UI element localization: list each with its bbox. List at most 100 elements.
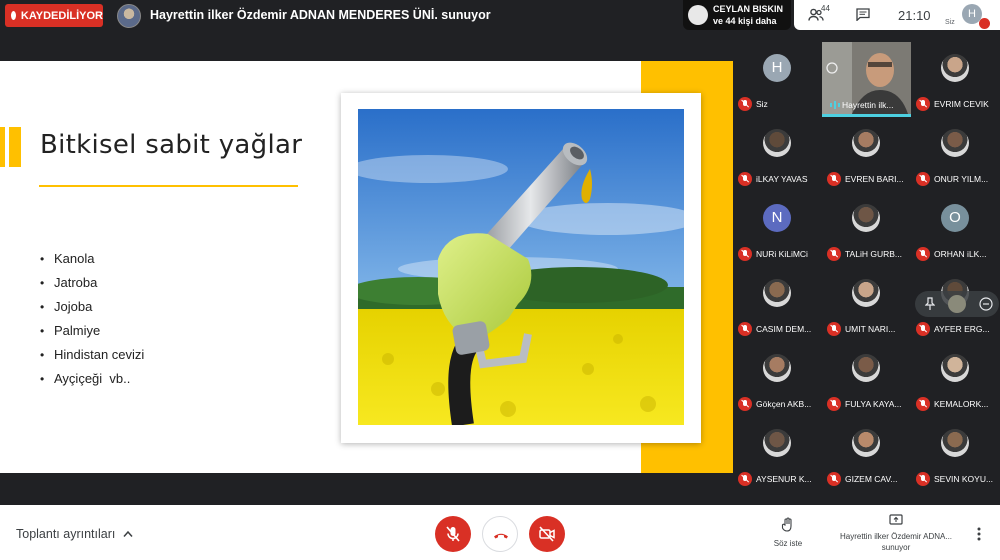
participant-name: KEMALORK...: [934, 399, 989, 409]
participant-name: Siz: [756, 99, 768, 109]
bottom-bar: Toplantı ayrıntıları Söz iste Hayrettin …: [0, 505, 1000, 560]
presenting-status-button[interactable]: Hayrettin ilker Özdemir ADNA... sunuyor: [833, 513, 959, 553]
notification-avatar: [688, 5, 708, 25]
participant-avatar: [852, 429, 880, 457]
bullet-item: • Palmiye: [40, 322, 144, 346]
participant-tile[interactable]: N NURi KiLiMCi: [733, 192, 822, 267]
camera-off-icon: [539, 526, 555, 542]
participant-avatar: [948, 295, 966, 313]
mic-off-icon: [738, 172, 752, 186]
bullet-dot: •: [40, 276, 45, 290]
participant-tile[interactable]: FULYA KAYA...: [822, 342, 911, 417]
participant-tile[interactable]: ONUR YILM...: [911, 117, 1000, 192]
participant-name: FULYA KAYA...: [845, 399, 902, 409]
notification-name: CEYLAN BISKIN: [713, 4, 784, 14]
meet-window: KAYDEDİLİYOR Hayrettin ilker Özdemir ADN…: [0, 0, 1000, 560]
mic-off-icon: [916, 397, 930, 411]
participant-grid: H Siz Hayrettin ilk... EVRIM CEVIK iLKAY YAV…: [733, 42, 1000, 493]
fuel-nozzle-rapeseed-photo: [358, 109, 684, 425]
bullet-item: • Kanola: [40, 250, 144, 274]
bullet-dot: •: [40, 252, 45, 266]
recording-badge: KAYDEDİLİYOR: [5, 4, 103, 27]
mic-off-icon: [738, 247, 752, 261]
participant-avatar: [852, 129, 880, 157]
participant-name: CASIM DEM...: [756, 324, 812, 334]
mic-off-icon: [738, 322, 752, 336]
tile-hover-tray[interactable]: [915, 291, 999, 317]
mic-off-icon: [916, 247, 930, 261]
participant-tile[interactable]: CASIM DEM...: [733, 267, 822, 342]
raise-hand-button[interactable]: Söz iste: [768, 517, 808, 548]
participant-tile[interactable]: EVREN BARI...: [822, 117, 911, 192]
bullet-item: • Jojoba: [40, 298, 144, 322]
join-notification[interactable]: CEYLAN BISKIN ve 44 kişi daha: [683, 0, 791, 30]
top-right-panel: 44 21:10 H Siz: [794, 0, 1000, 30]
title-underline: [39, 185, 298, 187]
presentation-slide: Bitkisel sabit yağlar • Kanola • Jatroba • Jo…: [0, 61, 733, 473]
mic-off-icon: [738, 397, 752, 411]
participant-name: AYFER ERG...: [934, 324, 990, 334]
participant-tile[interactable]: AYSENUR K...: [733, 417, 822, 492]
meeting-details-label: Toplantı ayrıntıları: [16, 527, 116, 541]
mic-off-icon: [827, 472, 841, 486]
participant-avatar: [763, 279, 791, 307]
participant-tile[interactable]: Gökçen AKB...: [733, 342, 822, 417]
participant-avatar: [941, 354, 969, 382]
bullet-text: Jojoba: [54, 299, 93, 314]
bullet-text: Ayçiçeği vb..: [54, 371, 131, 386]
bullet-dot: •: [40, 348, 45, 362]
bullet-dot: •: [40, 324, 45, 338]
mic-off-icon: [916, 97, 930, 111]
chat-icon[interactable]: [856, 8, 870, 21]
participant-name: UMIT NARI...: [845, 324, 896, 334]
camera-toggle-button[interactable]: [529, 516, 565, 552]
participant-name: EVRIM CEVIK: [934, 99, 989, 109]
participant-tile[interactable]: UMIT NARI...: [822, 267, 911, 342]
participant-avatar: N: [763, 204, 791, 232]
more-options-icon[interactable]: [977, 527, 981, 541]
bullet-dot: •: [40, 300, 45, 314]
bullet-text: Palmiye: [54, 323, 101, 338]
mic-off-icon: [979, 18, 990, 29]
participant-tile[interactable]: GIZEM CAV...: [822, 417, 911, 492]
participant-count: 44: [821, 4, 830, 13]
participant-name: AYSENUR K...: [756, 474, 812, 484]
presenter-title: Hayrettin ilker Özdemir ADNAN MENDERES Ü…: [150, 8, 491, 22]
mic-off-icon: [738, 97, 752, 111]
remove-icon[interactable]: [979, 297, 993, 311]
participant-tile[interactable]: EVRIM CEVIK: [911, 42, 1000, 117]
notification-more: ve 44 kişi daha: [713, 16, 777, 26]
participant-avatar: [941, 429, 969, 457]
participant-name: GIZEM CAV...: [845, 474, 898, 484]
bullet-text: Jatroba: [54, 275, 98, 290]
bullet-text: Kanola: [54, 251, 95, 266]
meeting-details-button[interactable]: Toplantı ayrıntıları: [16, 527, 133, 541]
participant-avatar: [763, 429, 791, 457]
mic-off-icon: [916, 322, 930, 336]
participant-tile[interactable]: TALiH GURB...: [822, 192, 911, 267]
pin-icon[interactable]: [925, 297, 935, 311]
participant-name: iLKAY YAVAS: [756, 174, 808, 184]
chevron-up-icon: [123, 530, 133, 537]
leave-call-button[interactable]: [482, 516, 518, 552]
participant-avatar: [852, 204, 880, 232]
mic-off-icon: [827, 247, 841, 261]
mic-off-icon: [827, 397, 841, 411]
participant-tile[interactable]: iLKAY YAVAS: [733, 117, 822, 192]
mic-off-icon: [827, 172, 841, 186]
bullet-item: • Jatroba: [40, 274, 144, 298]
participant-tile[interactable]: O ORHAN iLK...: [911, 192, 1000, 267]
participant-tile[interactable]: SEVIN KOYU...: [911, 417, 1000, 492]
slide-title: Bitkisel sabit yağlar: [40, 130, 303, 160]
mic-off-icon: [738, 472, 752, 486]
hand-icon: [781, 517, 792, 532]
participant-tile[interactable]: H Siz: [733, 42, 822, 117]
record-icon: [11, 11, 16, 20]
participant-tile[interactable]: Hayrettin ilk...: [822, 42, 911, 117]
mic-toggle-button[interactable]: [435, 516, 471, 552]
slide-left-accent: [0, 127, 21, 167]
participant-name: ORHAN iLK...: [934, 249, 987, 259]
participant-name: ONUR YILM...: [934, 174, 989, 184]
participant-tile[interactable]: KEMALORK...: [911, 342, 1000, 417]
mic-off-icon: [916, 172, 930, 186]
